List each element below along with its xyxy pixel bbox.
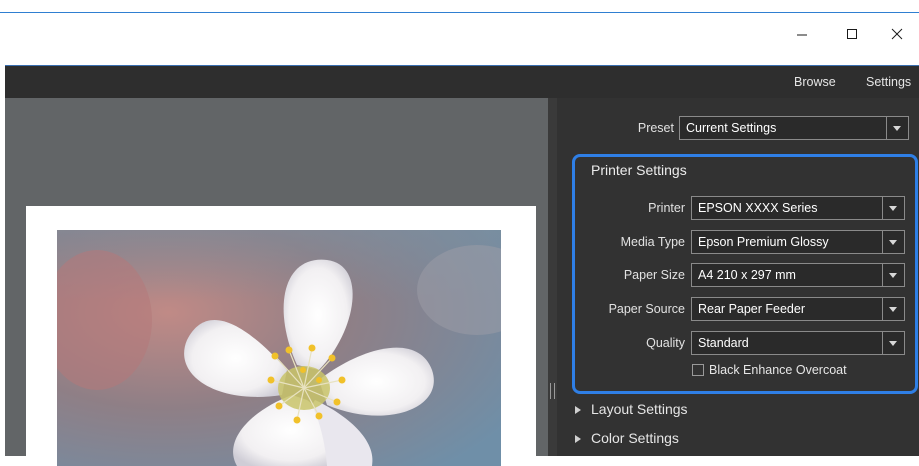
menu-bar: Browse Settings: [5, 65, 919, 98]
paper-size-value: A4 210 x 297 mm: [698, 268, 796, 282]
dropdown-arrow-icon: [882, 197, 904, 219]
printer-value: EPSON XXXX Series: [698, 201, 818, 215]
photo-preview: [57, 230, 501, 466]
dropdown-arrow-icon: [882, 332, 904, 354]
preset-value: Current Settings: [686, 121, 777, 135]
flower-photo: [57, 230, 501, 466]
quality-dropdown[interactable]: Standard: [691, 331, 905, 355]
printer-label: Printer: [648, 201, 685, 215]
printer-dropdown[interactable]: EPSON XXXX Series: [691, 196, 905, 220]
expand-triangle-icon: [575, 406, 581, 415]
maximize-button[interactable]: [829, 20, 875, 46]
minimize-button[interactable]: [779, 20, 825, 46]
media-type-dropdown[interactable]: Epson Premium Glossy: [691, 230, 905, 254]
black-enhance-label: Black Enhance Overcoat: [709, 363, 847, 377]
media-type-value: Epson Premium Glossy: [698, 235, 829, 249]
media-type-label: Media Type: [620, 235, 685, 249]
dropdown-arrow-icon: [882, 298, 904, 320]
print-preview-area: [5, 98, 548, 466]
black-enhance-checkbox[interactable]: [692, 364, 704, 376]
printer-settings-title: Printer Settings: [591, 162, 687, 178]
quality-label: Quality: [646, 336, 685, 350]
titlebar-accent-line: [0, 12, 919, 13]
dropdown-arrow-icon: [886, 117, 908, 139]
paper-preview: [26, 206, 536, 466]
paper-source-dropdown[interactable]: Rear Paper Feeder: [691, 297, 905, 321]
color-settings-expander[interactable]: Color Settings: [575, 427, 679, 449]
color-settings-label: Color Settings: [591, 430, 679, 446]
splitter-grip-icon: [550, 383, 555, 399]
minimize-icon: [797, 34, 807, 36]
layout-settings-expander[interactable]: Layout Settings: [575, 398, 688, 420]
paper-source-label: Paper Source: [608, 302, 685, 316]
maximize-icon: [847, 29, 857, 40]
menu-browse[interactable]: Browse: [794, 66, 836, 98]
dropdown-arrow-icon: [882, 264, 904, 286]
expand-triangle-icon: [575, 435, 581, 444]
menu-settings[interactable]: Settings: [866, 66, 911, 98]
paper-size-dropdown[interactable]: A4 210 x 297 mm: [691, 263, 905, 287]
paper-size-label: Paper Size: [623, 268, 685, 282]
close-button[interactable]: [874, 20, 919, 46]
dropdown-arrow-icon: [882, 231, 904, 253]
panel-splitter[interactable]: [548, 98, 557, 456]
preset-label: Preset: [637, 121, 674, 135]
preset-dropdown[interactable]: Current Settings: [679, 116, 909, 140]
close-icon: [891, 28, 903, 40]
layout-settings-label: Layout Settings: [591, 401, 688, 417]
quality-value: Standard: [698, 336, 749, 350]
paper-source-value: Rear Paper Feeder: [698, 302, 806, 316]
window-titlebar: [0, 0, 919, 65]
